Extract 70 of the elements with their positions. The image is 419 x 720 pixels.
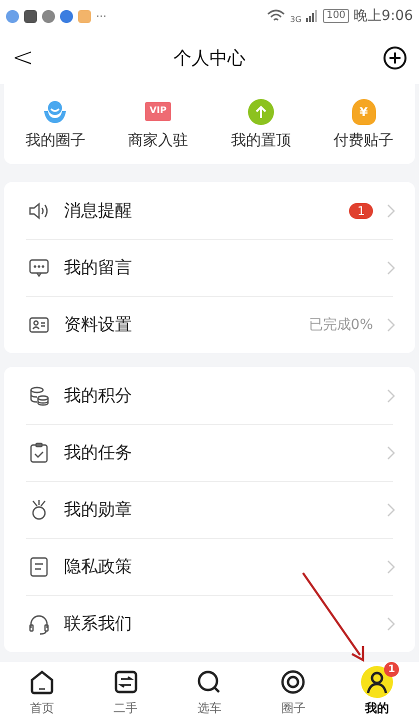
more-notifications: ··· [96, 10, 106, 22]
tab-label: 圈子 [281, 700, 306, 716]
chevron-right-icon [387, 502, 395, 516]
tab-label: 我的 [365, 700, 390, 716]
page-title: 个人中心 [174, 47, 246, 70]
document-icon [28, 556, 50, 578]
chevron-right-icon [387, 318, 395, 332]
chevron-right-icon [387, 560, 395, 574]
home-icon [28, 668, 55, 694]
menu-item[interactable]: 我的留言 [4, 239, 415, 296]
shortcut-label: 付费贴子 [334, 130, 394, 150]
clipboard-icon [28, 442, 50, 464]
money-bag-icon: ¥ [352, 98, 376, 124]
tab-item[interactable]: 二手 [90, 666, 161, 716]
add-icon[interactable] [383, 46, 407, 70]
chevron-right-icon [387, 616, 395, 630]
count-badge: 1 [349, 202, 373, 218]
shortcut-item[interactable]: VIP 商家入驻 [108, 98, 208, 150]
shortcut-item[interactable]: 我的置顶 [210, 98, 311, 150]
chat-icon [28, 256, 50, 278]
vip-icon: VIP [145, 102, 172, 120]
menu-label: 联系我们 [64, 613, 133, 635]
menu-item[interactable]: 我的积分 [4, 367, 415, 424]
menu-item[interactable]: 我的勋章 [4, 481, 415, 538]
menu-label: 我的积分 [64, 385, 133, 407]
network-label: 3G [290, 15, 302, 24]
tab-item[interactable]: 首页 [6, 666, 77, 716]
chevron-right-icon [387, 388, 395, 402]
menu-label: 我的留言 [64, 257, 133, 279]
exchange-icon [112, 668, 139, 694]
menu-item[interactable]: 我的任务 [4, 424, 415, 481]
app-icon [78, 10, 91, 22]
menu-label: 我的任务 [64, 442, 133, 464]
chevron-right-icon [387, 260, 395, 274]
menu-item[interactable]: 资料设置 已完成0% [4, 296, 415, 353]
app-icon [6, 10, 19, 22]
tab-item[interactable]: 选车 [174, 666, 244, 716]
person-icon [42, 98, 68, 124]
menu-item[interactable]: 联系我们 [4, 595, 415, 652]
battery-level: 100 [323, 9, 349, 23]
back-button[interactable]: < [12, 43, 36, 73]
progress-text: 已完成0% [308, 316, 373, 334]
chevron-right-icon [387, 204, 395, 218]
shortcut-label: 商家入驻 [128, 130, 188, 150]
shortcut-item[interactable]: ¥ 付费贴子 [314, 98, 414, 150]
search-icon [196, 668, 222, 694]
coins-icon [28, 384, 50, 406]
clock-time: 晚上9:06 [354, 7, 413, 25]
tab-label: 二手 [114, 700, 138, 716]
app-icon [60, 10, 73, 22]
signal-icon [306, 10, 318, 22]
menu-label: 我的勋章 [64, 499, 133, 521]
menu-label: 消息提醒 [64, 200, 133, 222]
chevron-right-icon [387, 446, 395, 460]
wifi-icon [267, 9, 286, 23]
shortcut-item[interactable]: 我的圈子 [5, 98, 106, 150]
app-icon [24, 10, 37, 22]
shortcut-label: 我的圈子 [25, 130, 86, 150]
tab-item[interactable]: 圈子 [258, 666, 328, 716]
app-icon [42, 10, 55, 22]
menu-label: 资料设置 [64, 314, 133, 336]
menu-item[interactable]: 消息提醒 1 [4, 182, 415, 239]
notification-badge: 1 [384, 662, 400, 676]
tab-label: 选车 [197, 700, 222, 716]
target-icon [280, 668, 306, 694]
headset-icon [28, 612, 50, 634]
tab-label: 首页 [30, 700, 54, 716]
menu-label: 隐私政策 [64, 556, 133, 578]
shortcut-label: 我的置顶 [230, 130, 291, 150]
menu-item[interactable]: 隐私政策 [4, 538, 415, 595]
